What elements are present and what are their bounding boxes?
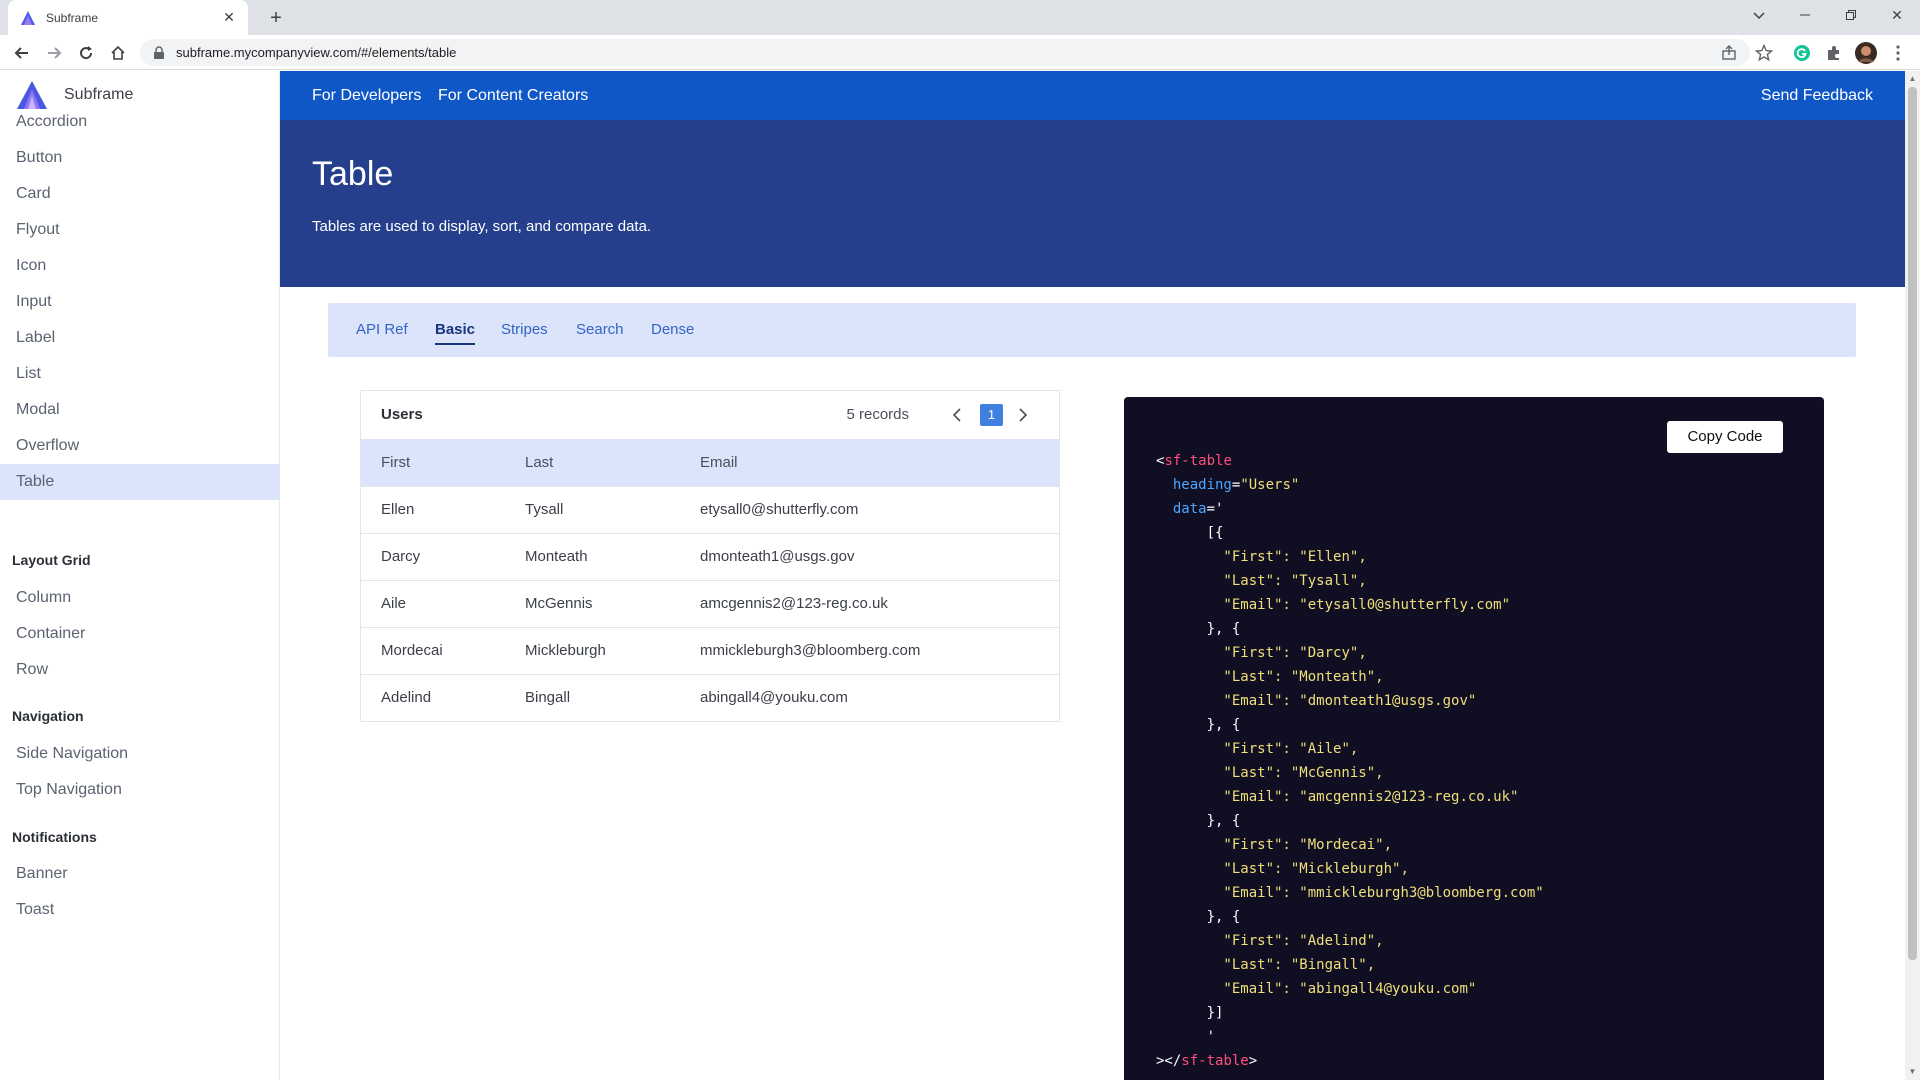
sidebar-item-flyout[interactable]: Flyout: [0, 212, 279, 248]
sidebar-item-row[interactable]: Row: [0, 652, 279, 688]
share-icon[interactable]: [1720, 44, 1738, 62]
sidebar-section-navigation: Navigation: [12, 708, 84, 724]
sidebar-item-top-navigation[interactable]: Top Navigation: [0, 772, 279, 808]
cell-email: dmonteath1@usgs.gov: [700, 548, 855, 565]
sidebar-item-column[interactable]: Column: [0, 580, 279, 616]
side-navigation: Subframe Accordion Button Card Flyout Ic…: [0, 71, 280, 1080]
column-header-last[interactable]: Last: [525, 439, 553, 486]
sidebar-item-side-navigation[interactable]: Side Navigation: [0, 736, 279, 772]
sidebar-item-toast[interactable]: Toast: [0, 892, 279, 928]
column-header-first[interactable]: First: [381, 439, 410, 486]
example-tabs: API Ref Basic Stripes Search Dense: [328, 303, 1856, 357]
avatar[interactable]: [1854, 41, 1878, 65]
close-icon[interactable]: ✕: [220, 9, 238, 26]
users-table: Users 5 records 1 First Last Email Ellen…: [360, 390, 1060, 722]
page-header: Table Tables are used to display, sort, …: [280, 120, 1905, 287]
tab-stripes[interactable]: Stripes: [501, 303, 548, 357]
table-heading: Users: [381, 406, 423, 423]
chevron-right-icon[interactable]: [1011, 403, 1035, 427]
brand-name: Subframe: [64, 86, 134, 103]
star-icon[interactable]: [1752, 41, 1776, 65]
page-title: Table: [312, 155, 394, 193]
table-row: Ellen Tysall etysall0@shutterfly.com: [361, 486, 1059, 533]
nav-for-developers[interactable]: For Developers: [312, 71, 421, 120]
plus-icon[interactable]: +: [262, 4, 290, 32]
grammarly-icon[interactable]: [1790, 41, 1814, 65]
sidebar-item-table[interactable]: Table: [0, 464, 279, 500]
browser-toolbar: subframe.mycompanyview.com/#/elements/ta…: [0, 35, 1920, 70]
arrow-left-icon[interactable]: [8, 39, 36, 67]
table-row: Darcy Monteath dmonteath1@usgs.gov: [361, 533, 1059, 580]
tab-dense[interactable]: Dense: [651, 303, 694, 357]
tab-api-ref[interactable]: API Ref: [356, 303, 408, 357]
code-block[interactable]: <sf-table heading="Users" data=' [{ "Fir…: [1156, 449, 1544, 1073]
restore-icon[interactable]: [1828, 0, 1874, 30]
minimize-icon[interactable]: [1782, 0, 1828, 30]
table-column-headers: First Last Email: [361, 439, 1059, 486]
nav-for-content-creators[interactable]: For Content Creators: [438, 71, 588, 120]
sidebar-item-overflow[interactable]: Overflow: [0, 428, 279, 464]
copy-code-button[interactable]: Copy Code: [1667, 421, 1783, 453]
cell-email: abingall4@youku.com: [700, 689, 848, 706]
chevron-down-icon[interactable]: [1736, 0, 1782, 30]
cell-email: mmickleburgh3@bloomberg.com: [700, 642, 921, 659]
sidebar-item-button[interactable]: Button: [0, 140, 279, 176]
page-description: Tables are used to display, sort, and co…: [312, 218, 652, 235]
cell-first: Darcy: [381, 548, 421, 565]
cell-last: Tysall: [525, 501, 564, 518]
cell-last: Monteath: [525, 548, 588, 565]
browser-tab-title: Subframe: [46, 10, 99, 25]
arrow-right-icon[interactable]: [40, 39, 68, 67]
kebab-menu-icon[interactable]: [1886, 41, 1910, 65]
scroll-up-icon[interactable]: ▲: [1905, 71, 1920, 87]
top-navigation: For Developers For Content Creators Send…: [280, 71, 1905, 120]
table-header-bar: Users 5 records 1: [361, 391, 1059, 439]
table-row: Aile McGennis amcgennis2@123-reg.co.uk: [361, 580, 1059, 627]
home-icon[interactable]: [104, 39, 132, 67]
browser-tab-strip: Subframe ✕ + ✕: [0, 0, 1920, 35]
tab-basic[interactable]: Basic: [435, 303, 476, 357]
tab-search[interactable]: Search: [576, 303, 624, 357]
sidebar-item-label[interactable]: Label: [0, 320, 279, 356]
cell-email: amcgennis2@123-reg.co.uk: [700, 595, 888, 612]
puzzle-icon[interactable]: [1822, 41, 1846, 65]
cell-first: Mordecai: [381, 642, 443, 659]
sidebar-item-input[interactable]: Input: [0, 284, 279, 320]
cell-first: Aile: [381, 595, 407, 612]
cell-first: Adelind: [381, 689, 432, 706]
cell-first: Ellen: [381, 501, 415, 518]
chevron-left-icon[interactable]: [945, 403, 969, 427]
records-count: 5 records: [846, 406, 909, 423]
scrollbar-thumb[interactable]: [1908, 87, 1917, 960]
window-close-icon[interactable]: ✕: [1874, 0, 1920, 30]
cell-email: etysall0@shutterfly.com: [700, 501, 859, 518]
column-header-email[interactable]: Email: [700, 439, 738, 486]
table-row: Adelind Bingall abingall4@youku.com: [361, 674, 1059, 721]
sidebar-item-banner[interactable]: Banner: [0, 856, 279, 892]
sidebar-item-icon[interactable]: Icon: [0, 248, 279, 284]
sidebar-item-card[interactable]: Card: [0, 176, 279, 212]
sidebar-item-modal[interactable]: Modal: [0, 392, 279, 428]
sidebar-item-accordion[interactable]: Accordion: [0, 104, 279, 140]
subframe-logo-icon: [21, 10, 35, 25]
table-row: Mordecai Mickleburgh mmickleburgh3@bloom…: [361, 627, 1059, 674]
cell-last: Mickleburgh: [525, 642, 606, 659]
sidebar-section-layout-grid: Layout Grid: [12, 552, 91, 568]
code-panel: Copy Code <sf-table heading="Users" data…: [1124, 397, 1824, 1080]
scroll-down-icon[interactable]: ▼: [1905, 1064, 1920, 1080]
sidebar-section-notifications: Notifications: [12, 829, 97, 845]
cell-last: McGennis: [525, 595, 593, 612]
address-bar[interactable]: subframe.mycompanyview.com/#/elements/ta…: [140, 39, 1750, 66]
current-page[interactable]: 1: [980, 404, 1003, 426]
send-feedback-link[interactable]: Send Feedback: [1761, 71, 1873, 120]
browser-tab[interactable]: Subframe ✕: [8, 0, 248, 35]
url-text: subframe.mycompanyview.com/#/elements/ta…: [176, 45, 457, 60]
lock-icon: [154, 45, 164, 59]
reload-icon[interactable]: [72, 39, 100, 67]
cell-last: Bingall: [525, 689, 571, 706]
sidebar-item-container[interactable]: Container: [0, 616, 279, 652]
sidebar-item-list[interactable]: List: [0, 356, 279, 392]
page-scrollbar[interactable]: ▲ ▼: [1905, 71, 1920, 1080]
